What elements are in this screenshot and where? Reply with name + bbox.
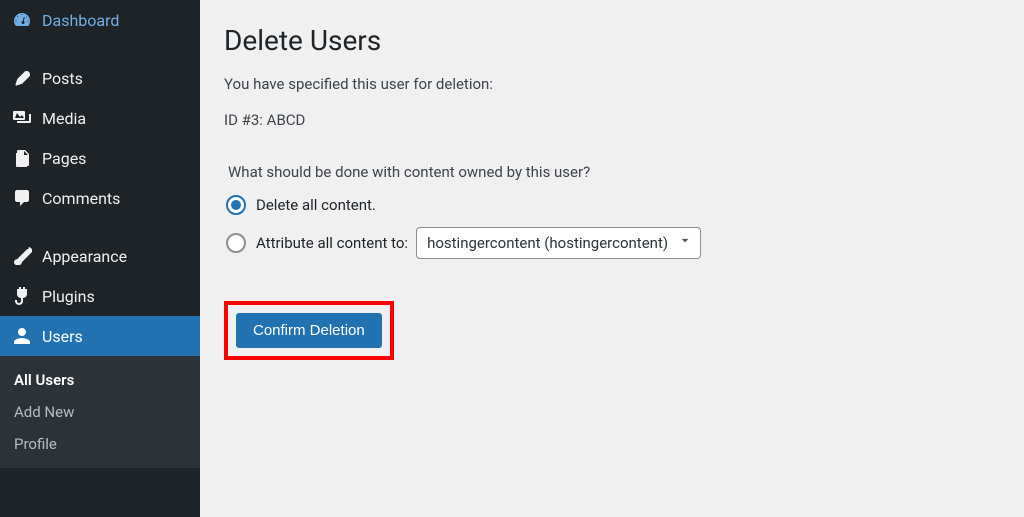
deletion-description: You have specified this user for deletio… bbox=[224, 75, 1000, 93]
comments-icon bbox=[12, 188, 32, 208]
sidebar-item-label: Appearance bbox=[42, 247, 127, 266]
main-content: Delete Users You have specified this use… bbox=[200, 0, 1024, 517]
radio-label-attribute: Attribute all content to: bbox=[256, 234, 408, 252]
sidebar-item-pages[interactable]: Pages bbox=[0, 138, 200, 178]
radio-delete-all[interactable] bbox=[226, 195, 246, 215]
submenu-item-add-new[interactable]: Add New bbox=[0, 396, 200, 428]
pin-icon bbox=[12, 68, 32, 88]
page-title: Delete Users bbox=[224, 24, 1000, 57]
content-question: What should be done with content owned b… bbox=[228, 163, 1000, 181]
option-delete-all[interactable]: Delete all content. bbox=[226, 195, 1000, 215]
radio-attribute[interactable] bbox=[226, 233, 246, 253]
media-icon bbox=[12, 108, 32, 128]
sidebar-item-plugins[interactable]: Plugins bbox=[0, 276, 200, 316]
option-attribute[interactable]: Attribute all content to: hostingerconte… bbox=[226, 227, 1000, 259]
submenu-item-profile[interactable]: Profile bbox=[0, 428, 200, 460]
sidebar-item-label: Plugins bbox=[42, 287, 95, 306]
menu-separator bbox=[0, 40, 200, 58]
reassign-user-select[interactable]: hostingercontent (hostingercontent) bbox=[416, 227, 701, 259]
plug-icon bbox=[12, 286, 32, 306]
sidebar-item-label: Comments bbox=[42, 189, 120, 208]
submenu-item-all-users[interactable]: All Users bbox=[0, 364, 200, 396]
admin-sidebar: Dashboard Posts Media Pages Comments App… bbox=[0, 0, 200, 517]
sidebar-item-dashboard[interactable]: Dashboard bbox=[0, 0, 200, 40]
sidebar-item-label: Dashboard bbox=[42, 11, 119, 30]
select-value: hostingercontent (hostingercontent) bbox=[427, 234, 668, 252]
submenu-item-label: All Users bbox=[14, 371, 74, 389]
menu-separator bbox=[0, 218, 200, 236]
sidebar-item-label: Posts bbox=[42, 69, 83, 88]
users-submenu: All Users Add New Profile bbox=[0, 356, 200, 468]
radio-label-delete: Delete all content. bbox=[256, 196, 376, 214]
sidebar-item-label: Users bbox=[42, 327, 83, 346]
pages-icon bbox=[12, 148, 32, 168]
user-icon bbox=[12, 326, 32, 346]
chevron-down-icon bbox=[678, 234, 692, 252]
sidebar-item-comments[interactable]: Comments bbox=[0, 178, 200, 218]
confirm-deletion-button[interactable]: Confirm Deletion bbox=[236, 313, 382, 348]
sidebar-item-label: Media bbox=[42, 109, 86, 128]
dashboard-icon bbox=[12, 10, 32, 30]
confirm-highlight: Confirm Deletion bbox=[224, 301, 394, 360]
submenu-item-label: Add New bbox=[14, 403, 74, 421]
sidebar-item-label: Pages bbox=[42, 149, 86, 168]
sidebar-item-posts[interactable]: Posts bbox=[0, 58, 200, 98]
submenu-item-label: Profile bbox=[14, 435, 57, 453]
brush-icon bbox=[12, 246, 32, 266]
sidebar-item-media[interactable]: Media bbox=[0, 98, 200, 138]
user-id-line: ID #3: ABCD bbox=[224, 111, 1000, 129]
sidebar-item-users[interactable]: Users bbox=[0, 316, 200, 356]
sidebar-item-appearance[interactable]: Appearance bbox=[0, 236, 200, 276]
